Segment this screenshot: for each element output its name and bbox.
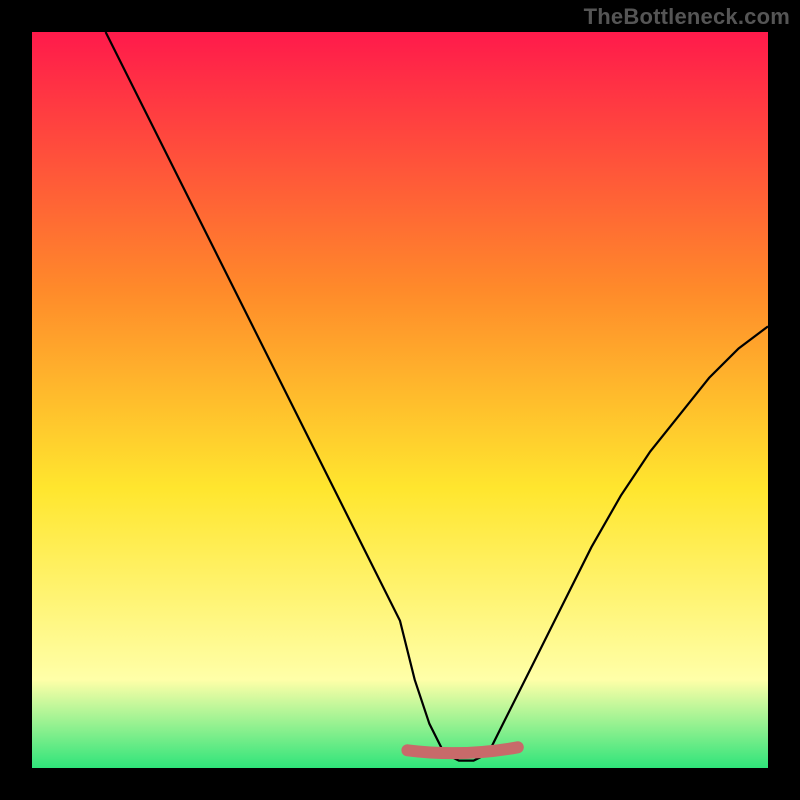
attribution-label: TheBottleneck.com bbox=[584, 4, 790, 30]
bottleneck-chart bbox=[32, 32, 768, 768]
gradient-background bbox=[32, 32, 768, 768]
plot-area bbox=[32, 32, 768, 768]
chart-frame: { "attribution": "TheBottleneck.com", "c… bbox=[0, 0, 800, 800]
optimal-range-marker bbox=[407, 747, 517, 753]
